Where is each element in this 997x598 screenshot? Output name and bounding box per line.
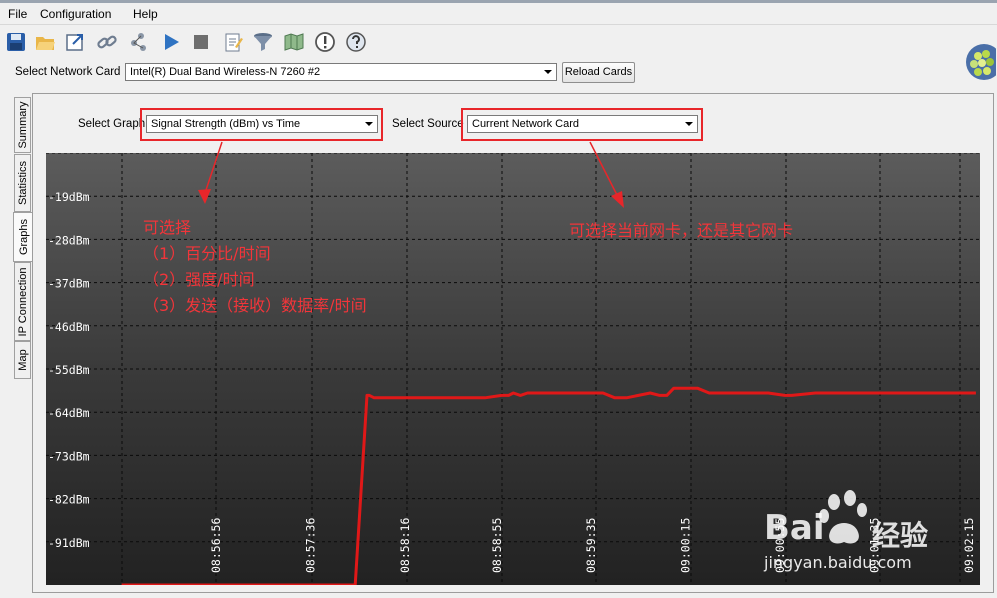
watermark-url: jingyan.baidu.com xyxy=(764,553,912,572)
tab-summary[interactable]: Summary xyxy=(14,97,31,153)
x-tick-label: 09:02:15 xyxy=(962,518,976,573)
help-globe-icon[interactable] xyxy=(345,31,367,53)
chevron-down-icon xyxy=(544,70,552,74)
open-folder-icon[interactable] xyxy=(34,31,56,53)
y-tick-label: -73dBm xyxy=(48,449,90,463)
baidu-watermark: Bai 经验 jingyan.baidu.com xyxy=(762,488,942,578)
map-icon[interactable] xyxy=(283,31,305,53)
tab-summary-label: Summary xyxy=(16,101,29,149)
export-icon[interactable] xyxy=(64,31,86,53)
network-map-icon[interactable] xyxy=(128,31,150,53)
x-tick-label: 08:59:35 xyxy=(584,518,598,573)
y-tick-label: -64dBm xyxy=(48,406,90,420)
x-tick-label: 08:58:16 xyxy=(398,518,412,573)
select-graph-label: Select Graph xyxy=(78,118,146,130)
y-tick-label: -55dBm xyxy=(48,363,90,377)
tab-statistics[interactable]: Statistics xyxy=(14,154,31,212)
graph-note-line-3: （2）强度/时间 xyxy=(143,270,255,289)
tab-graphs[interactable]: Graphs xyxy=(13,212,33,262)
tab-map[interactable]: Map xyxy=(14,341,31,379)
y-tick-label: -37dBm xyxy=(48,277,90,291)
menu-configuration[interactable]: Configuration xyxy=(40,7,111,21)
y-tick-label: -91dBm xyxy=(48,536,90,550)
graph-note-line-2: （1）百分比/时间 xyxy=(143,244,271,263)
graph-note-line-4: （3）发送（接收）数据率/时间 xyxy=(143,296,367,315)
tab-graphs-label: Graphs xyxy=(17,218,30,256)
x-tick-label: 09:00:15 xyxy=(679,518,693,573)
graph-note-line-1: 可选择 xyxy=(143,218,192,237)
link-icon[interactable] xyxy=(96,31,118,53)
select-source-label: Select Source xyxy=(392,118,464,130)
tab-map-label: Map xyxy=(16,349,29,371)
y-tick-label: -82dBm xyxy=(48,493,90,507)
source-note: 可选择当前网卡，还是其它网卡 xyxy=(569,221,794,240)
filter-icon[interactable] xyxy=(252,31,274,53)
y-tick-label: -46dBm xyxy=(48,320,90,334)
y-tick-label: -19dBm xyxy=(48,190,90,204)
tab-ip-connection-label: IP Connection xyxy=(16,267,29,336)
window-top-border xyxy=(0,0,997,3)
play-icon[interactable] xyxy=(160,31,182,53)
x-tick-label: 08:57:36 xyxy=(303,518,317,573)
alert-icon[interactable] xyxy=(314,31,336,53)
reload-cards-button[interactable]: Reload Cards xyxy=(562,62,635,83)
menu-help[interactable]: Help xyxy=(133,7,158,21)
notes-icon[interactable] xyxy=(222,31,244,53)
toolbar xyxy=(0,27,960,57)
menu-file[interactable]: File xyxy=(8,7,27,21)
y-tick-label: -28dBm xyxy=(48,233,90,247)
network-card-value: Intel(R) Dual Band Wireless-N 7260 #2 xyxy=(130,66,321,78)
x-tick-label: 08:56:56 xyxy=(209,518,223,573)
watermark-brand: Bai xyxy=(764,508,825,548)
x-tick-label: 08:58:55 xyxy=(490,518,504,573)
watermark-brand-cn: 经验 xyxy=(872,519,929,552)
network-card-select[interactable]: Intel(R) Dual Band Wireless-N 7260 #2 xyxy=(125,63,557,81)
network-card-label: Select Network Card xyxy=(15,66,121,78)
tab-ip-connection[interactable]: IP Connection xyxy=(14,262,31,341)
tab-statistics-label: Statistics xyxy=(16,160,29,206)
app-logo-icon xyxy=(966,44,996,80)
graph-select-highlight xyxy=(140,108,383,141)
source-select-highlight xyxy=(461,108,703,141)
save-icon[interactable] xyxy=(5,31,27,53)
menu-bar: File Configuration Help xyxy=(0,4,997,25)
stop-icon[interactable] xyxy=(190,31,212,53)
